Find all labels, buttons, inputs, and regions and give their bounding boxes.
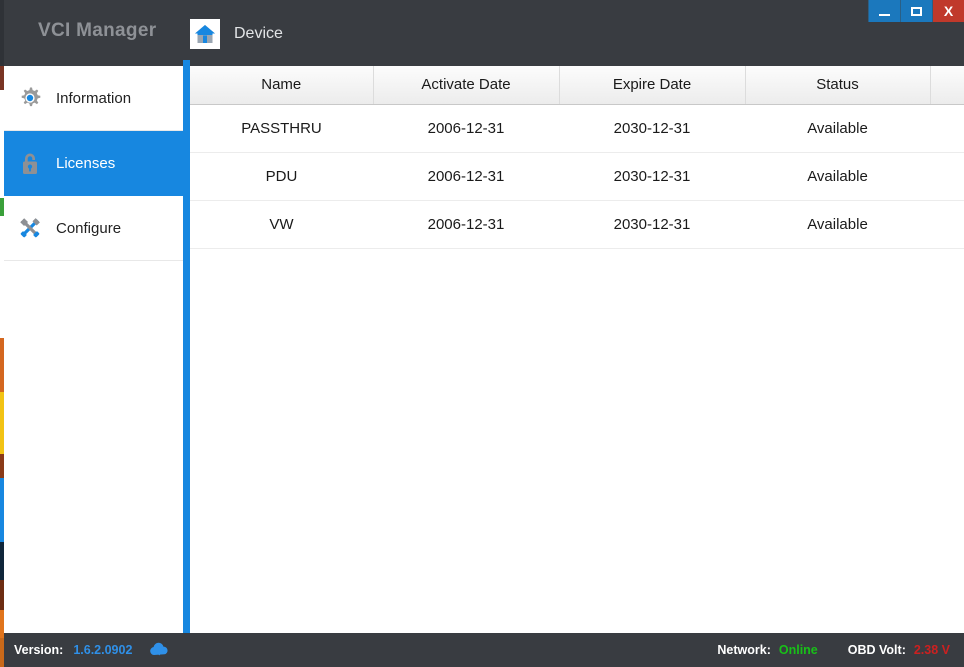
edge-strip-segment	[0, 0, 4, 66]
close-icon: X	[944, 3, 953, 19]
minimize-icon	[879, 14, 890, 16]
sidebar-item-label: Licenses	[56, 155, 115, 172]
sidebar: Information Licenses	[4, 66, 183, 633]
edge-strip-segment	[0, 610, 4, 638]
vci-manager-window: VCI Manager Device X	[0, 0, 964, 667]
cell-activate-date: 2006-12-31	[373, 152, 559, 200]
maximize-button[interactable]	[900, 0, 932, 22]
tools-icon	[4, 214, 56, 242]
cell-row-extra	[930, 104, 964, 152]
edge-strip-segment	[0, 478, 4, 542]
sidebar-item-configure[interactable]: Configure	[4, 196, 183, 261]
network-status-value: Online	[779, 643, 818, 657]
cell-license-status: Available	[745, 104, 930, 152]
obd-volt-label: OBD Volt:	[848, 643, 906, 657]
network-label: Network:	[717, 643, 770, 657]
column-header-extra[interactable]	[930, 66, 964, 104]
gear-icon	[4, 84, 56, 112]
edge-strip-segment	[0, 638, 4, 667]
minimize-button[interactable]	[868, 0, 900, 22]
edge-strip-segment	[0, 216, 4, 338]
edge-strip-segment	[0, 90, 4, 198]
window-controls: X	[868, 0, 964, 22]
obd-volt-value: 2.38 V	[914, 643, 950, 657]
cell-row-extra	[930, 152, 964, 200]
cloud-download-icon[interactable]	[148, 641, 170, 659]
table-header: Name Activate Date Expire Date Status	[190, 66, 964, 104]
column-header-name[interactable]: Name	[190, 66, 373, 104]
cell-activate-date: 2006-12-31	[373, 200, 559, 248]
edge-strip-segment	[0, 392, 4, 454]
status-bar-left: Version: 1.6.2.0902	[14, 633, 170, 667]
cell-row-extra	[930, 200, 964, 248]
column-header-expire-date[interactable]: Expire Date	[559, 66, 745, 104]
cell-license-name: PDU	[190, 152, 373, 200]
cell-license-name: PASSTHRU	[190, 104, 373, 152]
app-title: VCI Manager	[38, 20, 156, 42]
licenses-table: Name Activate Date Expire Date Status PA…	[190, 66, 964, 249]
sidebar-item-label: Information	[56, 90, 131, 107]
cell-expire-date: 2030-12-31	[559, 152, 745, 200]
cell-license-status: Available	[745, 152, 930, 200]
version-value: 1.6.2.0902	[73, 643, 132, 657]
cell-license-name: VW	[190, 200, 373, 248]
table-header-row: Name Activate Date Expire Date Status	[190, 66, 964, 104]
status-bar: Version: 1.6.2.0902 Network: Online OBD …	[0, 633, 964, 667]
device-tab[interactable]: Device	[190, 18, 283, 50]
column-header-activate-date[interactable]: Activate Date	[373, 66, 559, 104]
title-bar: VCI Manager Device	[0, 0, 964, 66]
device-tab-label: Device	[234, 25, 283, 43]
edge-strip-segment	[0, 198, 4, 216]
table-row[interactable]: PASSTHRU2006-12-312030-12-31Available	[190, 104, 964, 152]
version-label: Version:	[14, 643, 63, 657]
licenses-panel: Name Activate Date Expire Date Status PA…	[190, 66, 964, 633]
home-icon	[190, 19, 220, 49]
cell-expire-date: 2030-12-31	[559, 200, 745, 248]
sidebar-item-licenses[interactable]: Licenses	[4, 131, 183, 196]
sidebar-item-label: Configure	[56, 220, 121, 237]
status-bar-right: Network: Online OBD Volt: 2.38 V	[717, 633, 950, 667]
sidebar-item-information[interactable]: Information	[4, 66, 183, 131]
background-window-strip	[0, 0, 4, 667]
active-tab-indicator	[183, 60, 190, 66]
edge-strip-segment	[0, 338, 4, 392]
column-header-status[interactable]: Status	[745, 66, 930, 104]
edge-strip-segment	[0, 66, 4, 90]
cell-activate-date: 2006-12-31	[373, 104, 559, 152]
lock-icon	[4, 150, 56, 178]
table-body: PASSTHRU2006-12-312030-12-31AvailablePDU…	[190, 104, 964, 248]
cell-expire-date: 2030-12-31	[559, 104, 745, 152]
maximize-icon	[911, 7, 922, 16]
edge-strip-segment	[0, 580, 4, 610]
edge-strip-segment	[0, 454, 4, 478]
close-button[interactable]: X	[932, 0, 964, 22]
sidebar-divider	[183, 62, 190, 639]
cell-license-status: Available	[745, 200, 930, 248]
edge-strip-segment	[0, 542, 4, 580]
table-row[interactable]: PDU2006-12-312030-12-31Available	[190, 152, 964, 200]
table-row[interactable]: VW2006-12-312030-12-31Available	[190, 200, 964, 248]
